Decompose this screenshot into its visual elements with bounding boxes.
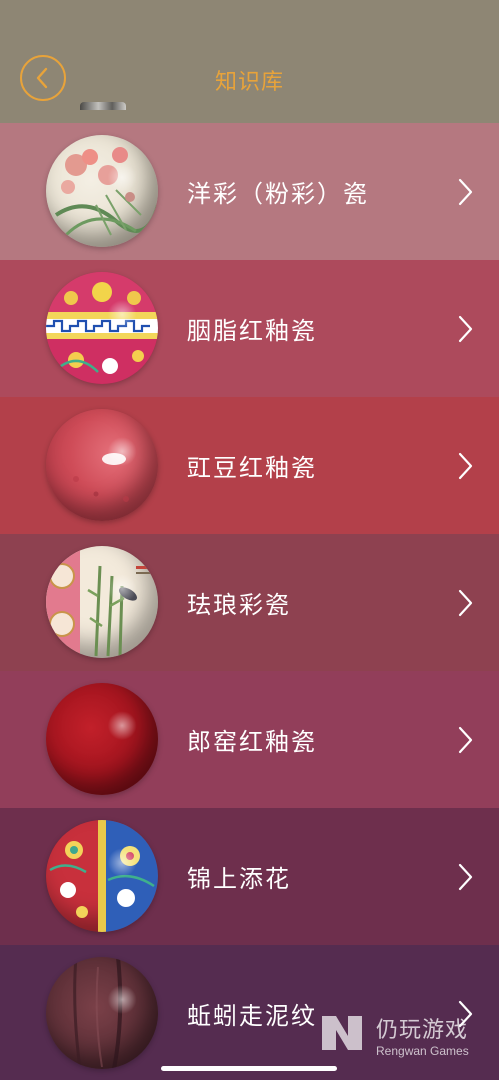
- chevron-right-icon: [458, 452, 473, 480]
- porcelain-earthworm-mud-image: [46, 957, 158, 1069]
- list-item-brocade[interactable]: 锦上添花: [0, 808, 499, 945]
- page-title: 知识库: [214, 70, 284, 95]
- home-indicator[interactable]: [161, 1066, 337, 1071]
- list-item-rouge-enamel[interactable]: 胭脂红釉瓷: [0, 260, 499, 397]
- porcelain-brocade-image: [46, 820, 158, 932]
- chevron-right-icon: [458, 863, 473, 891]
- partial-image-fragment: [80, 102, 126, 110]
- porcelain-langyao-red-image: [46, 683, 158, 795]
- list-item-label: 锦上添花: [187, 865, 291, 893]
- list-item-peachbloom[interactable]: 豇豆红釉瓷: [0, 397, 499, 534]
- rengwan-logo-icon: [322, 1016, 362, 1050]
- chevron-right-icon: [458, 589, 473, 617]
- list-item-label: 洋彩（粉彩）瓷: [187, 180, 369, 208]
- header-bar: 知识库: [0, 0, 499, 123]
- knowledge-list: 洋彩（粉彩）瓷 胭脂红釉瓷 豇豆红釉瓷 珐琅彩瓷 郎窑红釉瓷 锦上添花 蚯蚓走泥…: [0, 123, 499, 1080]
- list-item-label: 胭脂红釉瓷: [187, 317, 317, 345]
- porcelain-rouge-enamel-image: [46, 272, 158, 384]
- chevron-right-icon: [458, 315, 473, 343]
- list-item-famille-rose[interactable]: 洋彩（粉彩）瓷: [0, 123, 499, 260]
- chevron-right-icon: [458, 726, 473, 754]
- watermark-en: Rengwan Games: [376, 1044, 469, 1058]
- list-item-label: 珐琅彩瓷: [187, 591, 291, 619]
- porcelain-peachbloom-image: [46, 409, 158, 521]
- list-item-enamel-painted[interactable]: 珐琅彩瓷: [0, 534, 499, 671]
- list-item-label: 蚯蚓走泥纹: [187, 1002, 317, 1030]
- watermark: 仍玩游戏 Rengwan Games: [318, 1006, 488, 1064]
- chevron-right-icon: [458, 178, 473, 206]
- porcelain-enamel-painted-image: [46, 546, 158, 658]
- porcelain-famille-rose-image: [46, 135, 158, 247]
- list-item-label: 郎窑红釉瓷: [187, 728, 317, 756]
- list-item-langyao-red[interactable]: 郎窑红釉瓷: [0, 671, 499, 808]
- list-item-label: 豇豆红釉瓷: [187, 454, 317, 482]
- watermark-cn: 仍玩游戏: [376, 1018, 469, 1043]
